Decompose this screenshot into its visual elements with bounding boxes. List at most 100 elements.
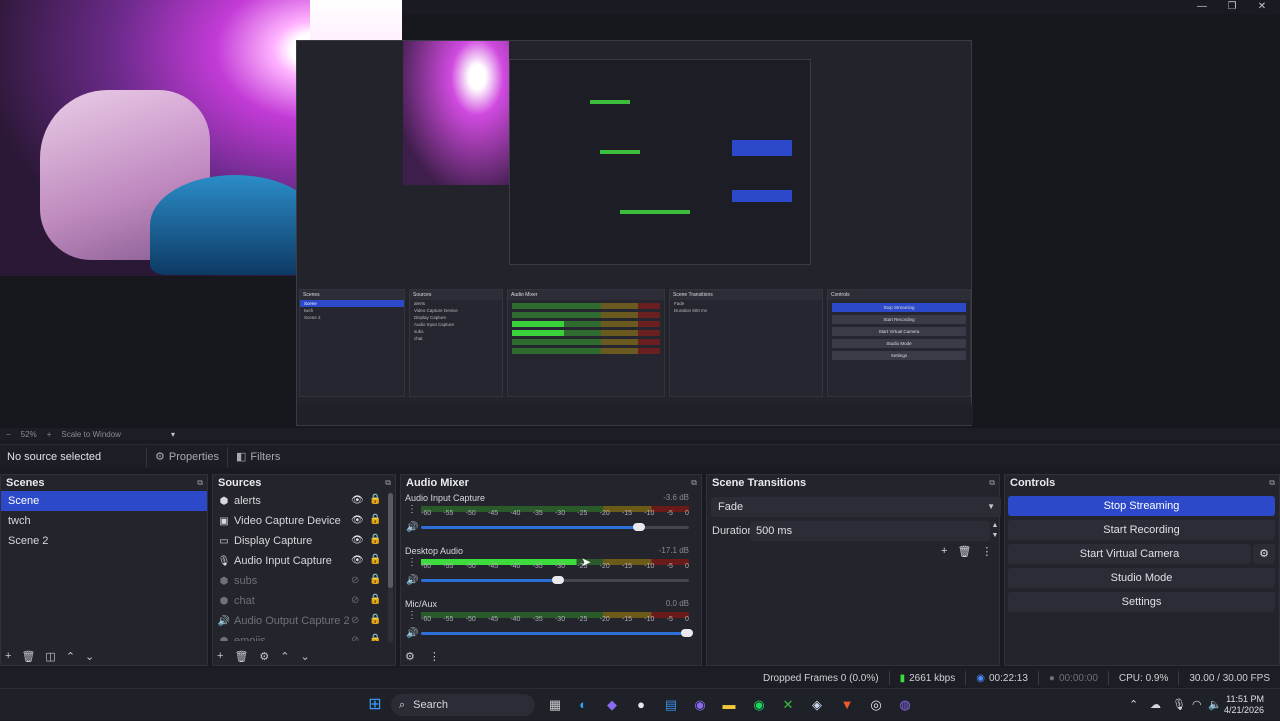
- sources-scrollbar[interactable]: [388, 493, 393, 643]
- remove-transition-button[interactable]: 🗑: [957, 545, 971, 558]
- windows-start-icon[interactable]: ⊞: [366, 696, 384, 714]
- preview-canvas[interactable]: Scenes Scene twch Scene 2 Sources alerts…: [0, 0, 1280, 428]
- properties-button[interactable]: ⚙ Properties: [146, 446, 227, 467]
- mixer-menu-button[interactable]: ⋮: [429, 650, 440, 663]
- volume-knob[interactable]: [681, 629, 693, 637]
- lock-icon[interactable]: 🔒: [369, 514, 381, 525]
- move-up-button[interactable]: ⌃: [280, 650, 289, 663]
- store-icon[interactable]: ▤: [662, 696, 680, 714]
- channel-menu-icon[interactable]: ⋮: [407, 557, 417, 568]
- folder-icon[interactable]: ▬: [720, 696, 738, 714]
- zoom-in-button[interactable]: +: [47, 430, 52, 439]
- speaker-icon[interactable]: 🔊: [406, 522, 418, 533]
- source-item[interactable]: ⬢ subs ⊘ 🔒: [213, 571, 395, 591]
- messenger-icon[interactable]: ◉: [691, 696, 709, 714]
- start-recording-button[interactable]: Start Recording: [1008, 520, 1275, 540]
- eye-icon[interactable]: 👁: [351, 515, 364, 526]
- eye-hidden-icon[interactable]: ⊘: [351, 635, 359, 641]
- microphone-icon[interactable]: 🎙: [1172, 689, 1186, 721]
- xbox-icon[interactable]: ✕: [779, 696, 797, 714]
- move-down-button[interactable]: ⌄: [301, 650, 310, 663]
- duration-input[interactable]: 500 ms: [750, 521, 990, 541]
- scene-item[interactable]: Scene: [1, 491, 207, 511]
- move-up-button[interactable]: ⌃: [66, 650, 75, 663]
- settings-button[interactable]: Settings: [1008, 592, 1275, 612]
- eye-hidden-icon[interactable]: ⊘: [351, 595, 359, 606]
- lock-icon[interactable]: 🔒: [369, 594, 381, 605]
- chevron-up-icon[interactable]: ⌃: [1129, 689, 1138, 721]
- scale-dropdown-icon[interactable]: ▾: [171, 430, 175, 439]
- source-item[interactable]: 🔊 Audio Output Capture 2 ⊘ 🔒: [213, 611, 395, 631]
- eye-hidden-icon[interactable]: ⊘: [351, 575, 359, 586]
- start-virtual-camera-button[interactable]: Start Virtual Camera: [1008, 544, 1251, 564]
- undock-icon[interactable]: ⧉: [197, 478, 203, 488]
- remove-source-button[interactable]: 🗑: [234, 650, 248, 663]
- source-item[interactable]: ▣ Video Capture Device 👁 🔒: [213, 511, 395, 531]
- remove-scene-button[interactable]: 🗑: [21, 650, 35, 663]
- scene-item[interactable]: Scene 2: [1, 531, 207, 551]
- channel-menu-icon[interactable]: ⋮: [407, 610, 417, 621]
- source-item[interactable]: ▭ Display Capture 👁 🔒: [213, 531, 395, 551]
- scene-item[interactable]: twch: [1, 511, 207, 531]
- lock-icon[interactable]: 🔒: [369, 614, 381, 625]
- brave-icon[interactable]: ▼: [838, 696, 856, 714]
- source-properties-button[interactable]: ⚙: [259, 650, 269, 663]
- undock-icon[interactable]: ⧉: [1269, 478, 1275, 488]
- close-button[interactable]: ✕: [1247, 0, 1277, 14]
- lock-icon[interactable]: 🔒: [369, 574, 381, 585]
- virtual-camera-settings-button[interactable]: ⚙: [1253, 544, 1275, 564]
- undock-icon[interactable]: ⧉: [989, 478, 995, 488]
- app-icon[interactable]: ●: [632, 696, 650, 714]
- speaker-icon[interactable]: 🔊: [406, 575, 418, 586]
- taskbar-search[interactable]: ⌕ Search: [391, 694, 535, 716]
- wifi-icon[interactable]: ◠: [1192, 689, 1202, 721]
- steam-icon[interactable]: ◈: [808, 696, 826, 714]
- eye-icon[interactable]: 👁: [351, 535, 364, 546]
- volume-knob[interactable]: [552, 576, 565, 584]
- obs-icon[interactable]: ◎: [867, 696, 885, 714]
- lock-icon[interactable]: 🔒: [369, 554, 381, 565]
- task-view-icon[interactable]: ▦: [546, 696, 564, 714]
- volume-slider[interactable]: [421, 576, 689, 584]
- undock-icon[interactable]: ⧉: [385, 478, 391, 488]
- scene-filters-button[interactable]: ◫: [45, 650, 55, 663]
- add-source-button[interactable]: +: [217, 650, 223, 663]
- transition-menu-button[interactable]: ⋮: [981, 545, 992, 558]
- record-time: 00:00:00: [1058, 672, 1098, 684]
- duration-stepper[interactable]: ▲ ▼: [990, 521, 1000, 541]
- add-scene-button[interactable]: +: [5, 650, 11, 663]
- source-item[interactable]: ⬢ chat ⊘ 🔒: [213, 591, 395, 611]
- filters-button[interactable]: ◧ Filters: [227, 446, 288, 467]
- move-down-button[interactable]: ⌄: [85, 650, 94, 663]
- spotify-icon[interactable]: ◉: [750, 696, 768, 714]
- source-item[interactable]: ⬢ alerts 👁 🔒: [213, 491, 395, 511]
- undock-icon[interactable]: ⧉: [691, 478, 697, 488]
- channel-menu-icon[interactable]: ⋮: [407, 504, 417, 515]
- source-item[interactable]: ⬢ emojis ⊘ 🔒: [213, 631, 395, 641]
- lock-icon[interactable]: 🔒: [369, 494, 381, 505]
- volume-slider[interactable]: [421, 523, 689, 531]
- edge-icon[interactable]: ◐: [574, 696, 592, 714]
- maximize-button[interactable]: ❐: [1217, 0, 1247, 14]
- clock[interactable]: 11:51 PM 4/21/2026: [1224, 694, 1264, 716]
- cloud-icon[interactable]: ☁: [1150, 689, 1161, 721]
- eye-hidden-icon[interactable]: ⊘: [351, 615, 359, 626]
- source-item[interactable]: 🎙 Audio Input Capture 👁 🔒: [213, 551, 395, 571]
- volume-slider[interactable]: [421, 629, 693, 637]
- minimize-button[interactable]: —: [1187, 0, 1217, 14]
- speaker-icon[interactable]: 🔈: [1208, 689, 1222, 721]
- copilot-icon[interactable]: ◆: [603, 696, 621, 714]
- volume-knob[interactable]: [632, 523, 645, 531]
- chat-icon[interactable]: ◍: [896, 696, 914, 714]
- lock-icon[interactable]: 🔒: [369, 634, 381, 641]
- studio-mode-button[interactable]: Studio Mode: [1008, 568, 1275, 588]
- eye-icon[interactable]: 👁: [351, 495, 364, 506]
- lock-icon[interactable]: 🔒: [369, 534, 381, 545]
- eye-icon[interactable]: 👁: [351, 555, 364, 566]
- stop-streaming-button[interactable]: Stop Streaming: [1008, 496, 1275, 516]
- advanced-audio-button[interactable]: ⚙: [405, 650, 415, 663]
- transition-select[interactable]: Fade ▼: [711, 497, 1001, 517]
- speaker-icon[interactable]: 🔊: [406, 628, 418, 639]
- zoom-out-button[interactable]: −: [6, 430, 11, 439]
- add-transition-button[interactable]: +: [941, 545, 947, 558]
